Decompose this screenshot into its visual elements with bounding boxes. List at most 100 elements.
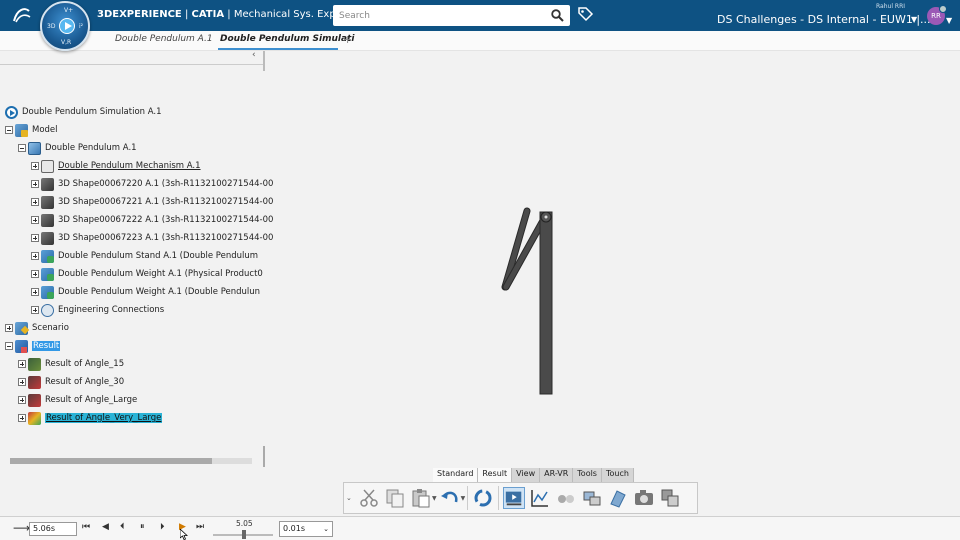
search-box[interactable] (333, 5, 570, 26)
result-data-icon (28, 393, 41, 407)
tree-item-label: Scenario (32, 323, 69, 333)
expand-icon[interactable] (31, 216, 39, 224)
tree-item-product[interactable]: Double Pendulum A.1 (18, 140, 137, 156)
expand-icon[interactable] (31, 180, 39, 188)
expand-icon[interactable] (18, 378, 26, 386)
search-icon[interactable] (551, 9, 564, 22)
3d-viewport[interactable] (266, 51, 960, 466)
tree-item-label: Model (32, 125, 58, 135)
chevron-down-icon[interactable]: ▼ (461, 495, 466, 502)
clash-icon[interactable] (581, 487, 603, 509)
sensor-icon[interactable] (555, 487, 577, 509)
expand-icon[interactable] (31, 234, 39, 242)
user-name: Rahul RRI (876, 3, 906, 10)
panel-divider[interactable] (263, 446, 265, 467)
time-step-select[interactable]: 0.01s ⌄ (279, 521, 333, 537)
chevron-down-icon[interactable]: ⌄ (346, 494, 356, 502)
expand-icon[interactable] (31, 162, 39, 170)
tree-item-label: 3D Shape00067223 A.1 (3sh-R1132100271544… (58, 233, 274, 243)
export-icon[interactable] (659, 487, 681, 509)
update-icon[interactable] (472, 487, 494, 509)
undo-icon[interactable] (439, 487, 461, 509)
tab-ar-vr[interactable]: AR-VR (540, 468, 574, 482)
time-step-value: 0.01s (283, 524, 305, 533)
tree-item-label: Engineering Connections (58, 305, 165, 315)
tree-item-result-angle[interactable]: Result of Angle_Very_Large (18, 410, 163, 426)
tree-item-shape[interactable]: 3D Shape00067223 A.1 (3sh-R1132100271544… (31, 230, 273, 246)
tab-result[interactable]: Result (478, 468, 513, 482)
time-field[interactable]: 5.06s (29, 522, 77, 536)
time-slider-knob[interactable] (242, 530, 246, 539)
play-icon[interactable] (59, 18, 75, 34)
tree-item-mechanism[interactable]: Double Pendulum Mechanism A.1 (31, 158, 201, 174)
tab-touch[interactable]: Touch (601, 468, 634, 482)
collapse-icon[interactable] (5, 342, 13, 350)
tree-item-result-angle[interactable]: Result of Angle_Large (18, 392, 137, 408)
tree-item-part[interactable]: Double Pendulum Weight A.1 (Physical Pro… (31, 266, 263, 282)
chevron-down-icon[interactable]: ⌄ (323, 522, 329, 536)
expand-icon[interactable] (31, 288, 39, 296)
expand-icon[interactable] (31, 252, 39, 260)
collapse-panel-icon[interactable]: ‹ (252, 50, 256, 60)
tree-item-shape[interactable]: 3D Shape00067222 A.1 (3sh-R1132100271544… (31, 212, 273, 228)
search-input[interactable] (339, 8, 544, 23)
chevron-down-icon[interactable]: ▼ (946, 16, 952, 25)
tree-item-label: 3D Shape00067220 A.1 (3sh-R1132100271544… (58, 179, 274, 189)
tab-standard[interactable]: Standard (433, 468, 479, 482)
ds-logo[interactable] (11, 5, 33, 25)
tree-item-result-angle[interactable]: Result of Angle_30 (18, 374, 124, 390)
tree-item-connections[interactable]: Engineering Connections (31, 302, 164, 318)
paste-icon[interactable] (410, 487, 432, 509)
tree-item-result-angle[interactable]: Result of Angle_15 (18, 356, 124, 372)
connections-icon (41, 303, 54, 317)
arrow-right-icon: ⟶ (13, 521, 31, 535)
compass-right-label: i² (79, 23, 84, 30)
collapse-icon[interactable] (18, 144, 26, 152)
tree-item-part[interactable]: Double Pendulum Stand A.1 (Double Pendul… (31, 248, 258, 264)
tree-item-shape[interactable]: 3D Shape00067221 A.1 (3sh-R1132100271544… (31, 194, 273, 210)
cut-icon[interactable] (358, 487, 380, 509)
expand-icon[interactable] (5, 324, 13, 332)
expand-icon[interactable] (18, 414, 26, 422)
chevron-down-icon[interactable]: ▼ (432, 495, 437, 502)
tree-item-label: Double Pendulum Mechanism A.1 (58, 161, 201, 171)
tag-icon[interactable] (577, 6, 594, 23)
pause-icon[interactable]: ⏸ (140, 522, 145, 532)
tab-double-pendulum-simulation[interactable]: Double Pendulum Simulati (220, 34, 354, 44)
tree-item-model[interactable]: Model (5, 122, 58, 138)
expand-icon[interactable] (18, 396, 26, 404)
add-tab-icon[interactable]: + (343, 33, 352, 46)
compass-widget[interactable]: V+ 3D i² V,R (40, 1, 90, 51)
double-pendulum-model[interactable] (266, 51, 960, 466)
tree-item-part[interactable]: Double Pendulum Weight A.1 (Double Pendu… (31, 284, 260, 300)
tree-item-shape[interactable]: 3D Shape00067220 A.1 (3sh-R1132100271544… (31, 176, 273, 192)
expand-icon[interactable] (31, 306, 39, 314)
tree-item-scenario[interactable]: Scenario (5, 320, 69, 336)
step-backward-icon[interactable]: ⏴ (120, 522, 125, 532)
expand-icon[interactable] (31, 198, 39, 206)
chevron-down-icon[interactable]: ▼ (911, 15, 917, 24)
tree-item-result[interactable]: Result (5, 338, 61, 354)
tree-root[interactable]: Double Pendulum Simulation A.1 (5, 104, 162, 120)
plot-icon[interactable] (529, 487, 551, 509)
tab-tools[interactable]: Tools (573, 468, 602, 482)
expand-icon[interactable] (31, 270, 39, 278)
mechanism-icon (41, 159, 54, 173)
tab-view[interactable]: View (512, 468, 541, 482)
copy-icon[interactable] (384, 487, 406, 509)
step-forward-icon[interactable]: ⏵ (160, 522, 165, 532)
jump-to-end-icon[interactable]: ⏭ (196, 522, 204, 532)
section-icon[interactable] (607, 487, 629, 509)
simulation-player-icon[interactable] (503, 487, 526, 509)
panel-divider[interactable] (263, 51, 265, 71)
tab-double-pendulum[interactable]: Double Pendulum A.1 (115, 34, 213, 44)
scrollbar-thumb[interactable] (10, 458, 212, 464)
jump-to-start-icon[interactable]: ⏮ (82, 522, 90, 532)
tree-item-label: 3D Shape00067222 A.1 (3sh-R1132100271544… (58, 215, 274, 225)
platform-name[interactable]: DS Challenges - DS Internal - EUW1 |... (717, 13, 931, 26)
play-backward-icon[interactable]: ◀ (102, 522, 109, 532)
capture-icon[interactable] (633, 487, 655, 509)
tree-item-label: Double Pendulum A.1 (45, 143, 137, 153)
collapse-icon[interactable] (5, 126, 13, 134)
expand-icon[interactable] (18, 360, 26, 368)
